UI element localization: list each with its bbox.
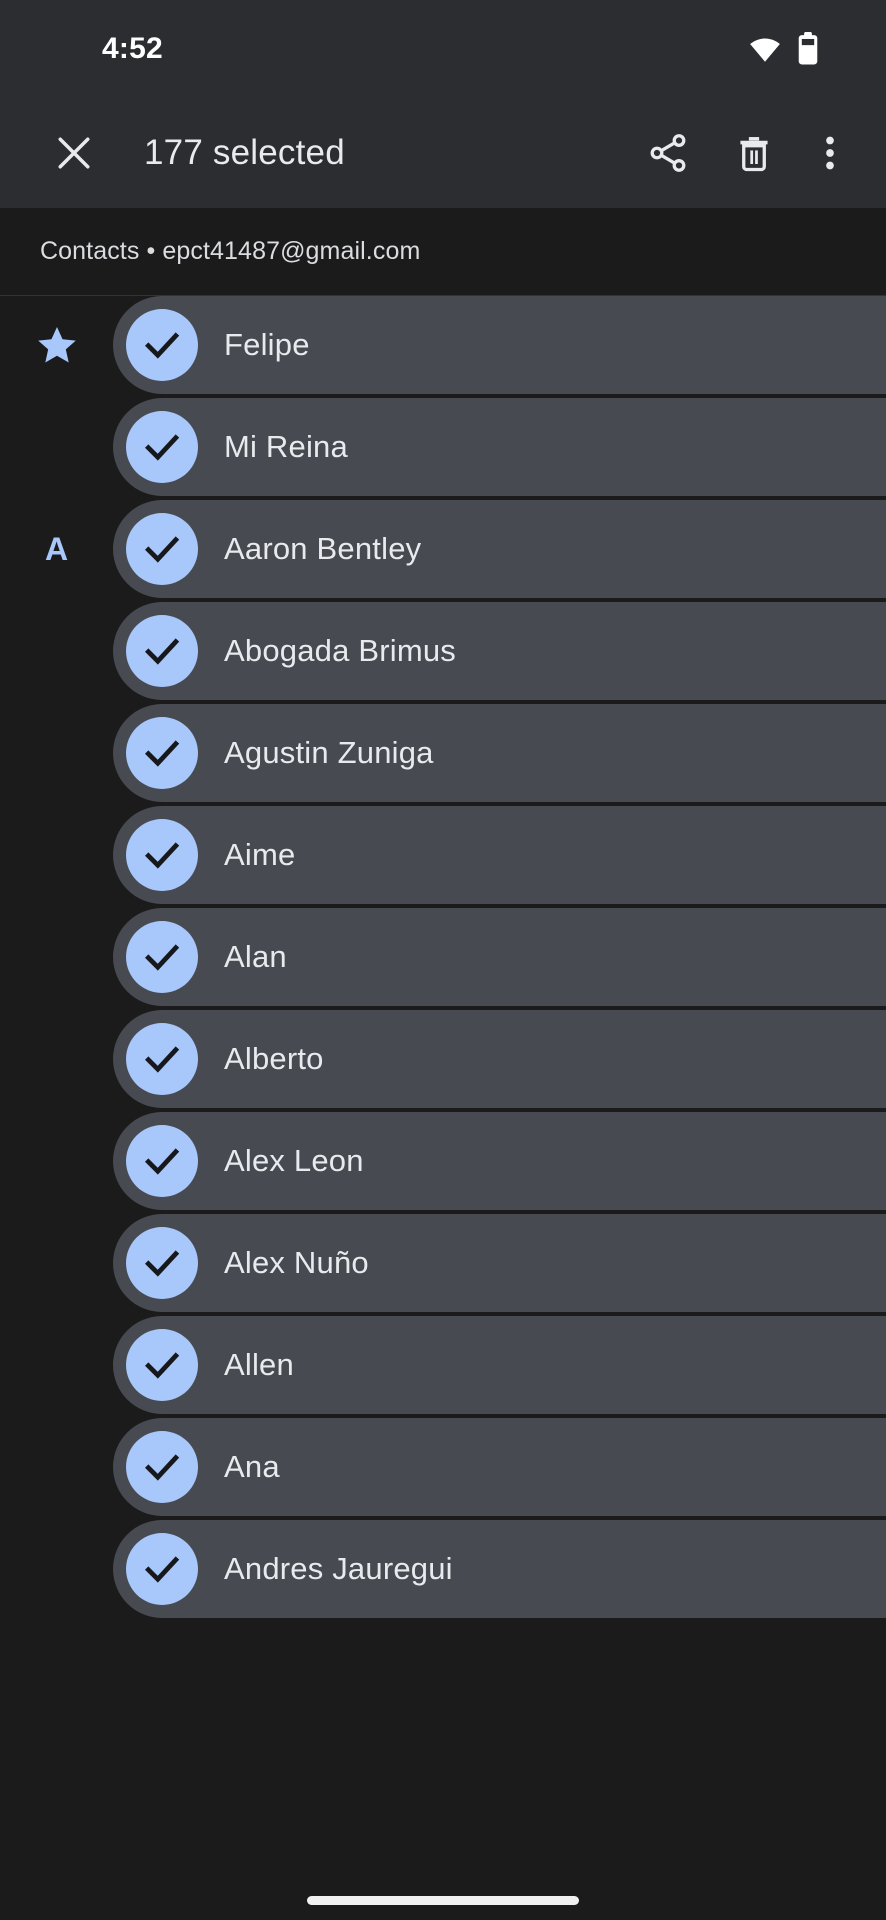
contact-checkbox-avatar[interactable] <box>126 615 198 687</box>
contact-checkbox-avatar[interactable] <box>126 717 198 789</box>
contact-row[interactable]: Andres Jauregui <box>0 1520 886 1618</box>
selection-action-bar: 177 selected <box>0 98 886 208</box>
battery-icon <box>796 32 820 66</box>
contact-name: Alex Nuño <box>224 1245 369 1280</box>
contact-checkbox-avatar[interactable] <box>126 1023 198 1095</box>
contact-row[interactable]: Alex Nuño <box>0 1214 886 1312</box>
wifi-icon <box>748 32 782 66</box>
contact-row-pill[interactable]: Aaron Bentley <box>113 500 886 598</box>
check-icon <box>138 525 186 573</box>
share-button[interactable] <box>632 117 704 189</box>
account-header: Contacts • epct41487@gmail.com <box>0 208 886 296</box>
contact-row-pill[interactable]: Abogada Brimus <box>113 602 886 700</box>
contact-row-pill[interactable]: Alex Leon <box>113 1112 886 1210</box>
starred-section-marker <box>0 296 113 394</box>
contact-row[interactable]: Abogada Brimus <box>0 602 886 700</box>
section-index-letter: A <box>44 530 69 567</box>
contact-checkbox-avatar[interactable] <box>126 1533 198 1605</box>
contact-row[interactable]: A Aaron Bentley <box>0 500 886 598</box>
contact-row-pill[interactable]: Alan <box>113 908 886 1006</box>
contact-row-pill[interactable]: Allen <box>113 1316 886 1414</box>
contact-name: Allen <box>224 1347 294 1382</box>
contact-checkbox-avatar[interactable] <box>126 819 198 891</box>
status-icons <box>748 32 820 66</box>
contact-row-pill[interactable]: Andres Jauregui <box>113 1520 886 1618</box>
contact-name: Alberto <box>224 1041 324 1076</box>
contact-checkbox-avatar[interactable] <box>126 309 198 381</box>
contact-checkbox-avatar[interactable] <box>126 1227 198 1299</box>
contact-row[interactable]: Felipe <box>0 296 886 394</box>
status-time: 4:52 <box>102 32 163 65</box>
contact-checkbox-avatar[interactable] <box>126 1125 198 1197</box>
contact-row[interactable]: Allen <box>0 1316 886 1414</box>
check-icon <box>138 321 186 369</box>
check-icon <box>138 1341 186 1389</box>
contact-name: Alex Leon <box>224 1143 364 1178</box>
check-icon <box>138 933 186 981</box>
check-icon <box>138 1545 186 1593</box>
check-icon <box>138 729 186 777</box>
contact-row[interactable]: Ana <box>0 1418 886 1516</box>
more-options-button[interactable] <box>802 117 858 189</box>
contact-name: Ana <box>224 1449 280 1484</box>
contact-row[interactable]: Alex Leon <box>0 1112 886 1210</box>
contact-checkbox-avatar[interactable] <box>126 921 198 993</box>
contact-name: Felipe <box>224 327 310 362</box>
check-icon <box>138 1239 186 1287</box>
contact-name: Andres Jauregui <box>224 1551 453 1586</box>
check-icon <box>138 1035 186 1083</box>
contact-list[interactable]: Felipe Mi Reina A Aaron Bentley Abogada Brim… <box>0 296 886 1920</box>
close-selection-button[interactable] <box>42 121 106 185</box>
contact-checkbox-avatar[interactable] <box>126 1431 198 1503</box>
contact-row-pill[interactable]: Agustin Zuniga <box>113 704 886 802</box>
contact-row-pill[interactable]: Aime <box>113 806 886 904</box>
contact-row[interactable]: Aime <box>0 806 886 904</box>
contact-row[interactable]: Agustin Zuniga <box>0 704 886 802</box>
contact-name: Mi Reina <box>224 429 348 464</box>
contact-row-pill[interactable]: Alex Nuño <box>113 1214 886 1312</box>
contact-checkbox-avatar[interactable] <box>126 1329 198 1401</box>
share-icon <box>646 131 690 175</box>
contact-name: Aime <box>224 837 296 872</box>
contact-row-pill[interactable]: Mi Reina <box>113 398 886 496</box>
check-icon <box>138 627 186 675</box>
delete-button[interactable] <box>718 117 790 189</box>
trash-icon <box>732 131 776 175</box>
overflow-menu-icon <box>808 131 852 175</box>
contact-row[interactable]: Alberto <box>0 1010 886 1108</box>
contact-name: Alan <box>224 939 287 974</box>
status-bar: 4:52 <box>0 0 886 98</box>
check-icon <box>138 1443 186 1491</box>
selected-count-title: 177 selected <box>144 133 345 172</box>
star-icon <box>34 322 80 368</box>
contact-row-pill[interactable]: Alberto <box>113 1010 886 1108</box>
contact-row[interactable]: Mi Reina <box>0 398 886 496</box>
check-icon <box>138 831 186 879</box>
contact-checkbox-avatar[interactable] <box>126 411 198 483</box>
contact-name: Abogada Brimus <box>224 633 456 668</box>
contact-row-pill[interactable]: Ana <box>113 1418 886 1516</box>
contact-name: Aaron Bentley <box>224 531 422 566</box>
app-screen: 4:52 177 selected Contacts • epct41487@g… <box>0 0 886 1920</box>
account-label: Contacts • epct41487@gmail.com <box>40 237 421 265</box>
check-icon <box>138 1137 186 1185</box>
close-icon <box>52 131 96 175</box>
contact-checkbox-avatar[interactable] <box>126 513 198 585</box>
check-icon <box>138 423 186 471</box>
contact-row-pill[interactable]: Felipe <box>113 296 886 394</box>
contact-name: Agustin Zuniga <box>224 735 434 770</box>
contact-row[interactable]: Alan <box>0 908 886 1006</box>
